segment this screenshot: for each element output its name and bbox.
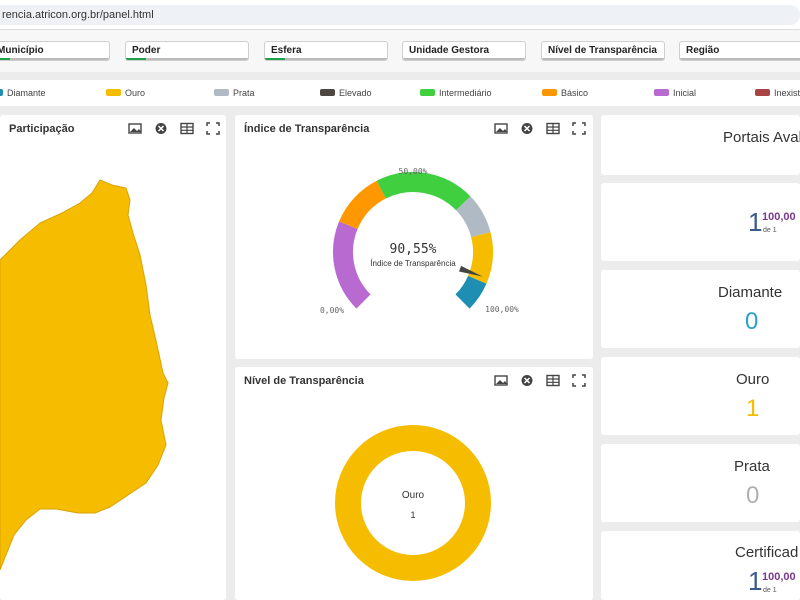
gauge-value: 90,55% <box>390 242 437 257</box>
filter-nivel-transparencia[interactable]: Nível de Transparência <box>541 41 665 61</box>
browser-url-bar: rencia.atricon.org.br/panel.html <box>0 0 800 30</box>
kpi-subtitle: de 1 <box>763 587 777 594</box>
stat-title: Diamante <box>718 284 783 301</box>
address-field[interactable]: rencia.atricon.org.br/panel.html <box>0 5 800 25</box>
legend-swatch <box>106 89 121 97</box>
transparency-donut[interactable]: Ouro 1 <box>235 367 593 600</box>
legend-item-elevado[interactable]: Elevado <box>320 87 372 99</box>
stat-title: Prata <box>734 458 770 475</box>
legend-item-prata[interactable]: Prata <box>214 87 255 99</box>
donut-center-value: 1 <box>410 510 415 520</box>
gauge-max-label: 100,00% <box>485 305 519 314</box>
stat-card-prata: Prata 0 <box>601 444 800 522</box>
filter-label: Município <box>0 45 44 56</box>
filter-municipio[interactable]: Município <box>0 41 110 61</box>
legend-item-inexistente[interactable]: Inexistente <box>755 87 800 99</box>
stat-value: 0 <box>745 308 759 335</box>
kpi-number: 1 <box>748 207 763 237</box>
legend-item-diamante[interactable]: Diamante <box>0 87 46 99</box>
gauge-panel: Índice de Transparência 90,55% Índice de… <box>235 115 593 359</box>
filter-bar: Município Poder Esfera Unidade Gestora N… <box>0 30 800 72</box>
gauge-segment-basico <box>339 180 387 230</box>
map-panel: Participação <box>0 115 226 600</box>
stat-card-kpi: 1 100,00 de 1 <box>601 183 800 261</box>
stat-card-certificados: Certificad 1 100,00 de 1 <box>601 531 800 600</box>
gauge-min-label: 0,00% <box>320 306 344 315</box>
stat-value: 1 <box>746 395 760 422</box>
filter-unidade-gestora[interactable]: Unidade Gestora <box>402 41 526 61</box>
gauge-segment-inicial <box>333 221 371 309</box>
level-legend: Diamante Ouro Prata Elevado Intermediári… <box>0 80 800 106</box>
stat-card-diamante: Diamante 0 <box>601 270 800 348</box>
legend-swatch <box>0 89 3 97</box>
stat-card-ouro: Ouro 1 <box>601 357 800 435</box>
kpi-subtitle: de 1 <box>763 227 777 234</box>
donut-panel: Nível de Transparência Ouro 1 <box>235 367 593 600</box>
gauge-value-label: Índice de Transparência <box>370 259 456 268</box>
filter-esfera[interactable]: Esfera <box>264 41 388 61</box>
legend-swatch <box>420 89 435 97</box>
legend-swatch <box>214 89 229 97</box>
legend-item-basico[interactable]: Básico <box>542 87 588 99</box>
legend-swatch <box>542 89 557 97</box>
filter-regiao[interactable]: Região <box>679 41 800 61</box>
legend-item-ouro[interactable]: Ouro <box>106 87 145 99</box>
gauge-segment-ouro <box>467 232 493 284</box>
donut-slice-ouro <box>335 425 491 581</box>
legend-item-intermediario[interactable]: Intermediário <box>420 87 492 99</box>
filter-label: Nível de Transparência <box>548 45 657 56</box>
gauge-segment-prata <box>455 196 491 238</box>
stat-title: Ouro <box>736 371 770 388</box>
filter-label: Poder <box>132 45 161 56</box>
kpi-number: 1 <box>748 566 763 596</box>
filter-label: Unidade Gestora <box>409 45 490 56</box>
kpi-percent: 100,00 <box>762 571 796 583</box>
state-map[interactable] <box>0 115 226 600</box>
gauge-segment-intermediario <box>376 172 471 211</box>
stat-value: 0 <box>746 482 760 509</box>
filter-label: Esfera <box>271 45 302 56</box>
stat-card-portais: Portais Aval <box>601 115 800 175</box>
gauge-mid-label: 50,00% <box>399 167 428 176</box>
legend-swatch <box>755 89 770 97</box>
legend-item-inicial[interactable]: Inicial <box>654 87 696 99</box>
map-region-shape <box>0 179 169 571</box>
kpi-percent: 100,00 <box>762 211 796 223</box>
legend-swatch <box>320 89 335 97</box>
gauge-segment-diamante <box>455 275 487 309</box>
stat-title: Portais Aval <box>723 129 800 146</box>
legend-swatch <box>654 89 669 97</box>
transparency-gauge[interactable]: 90,55% Índice de Transparência 0,00% 50,… <box>235 115 593 359</box>
donut-center-label: Ouro <box>402 490 425 501</box>
stat-title: Certificad <box>735 544 799 561</box>
filter-label: Região <box>686 45 720 56</box>
filter-poder[interactable]: Poder <box>125 41 249 61</box>
